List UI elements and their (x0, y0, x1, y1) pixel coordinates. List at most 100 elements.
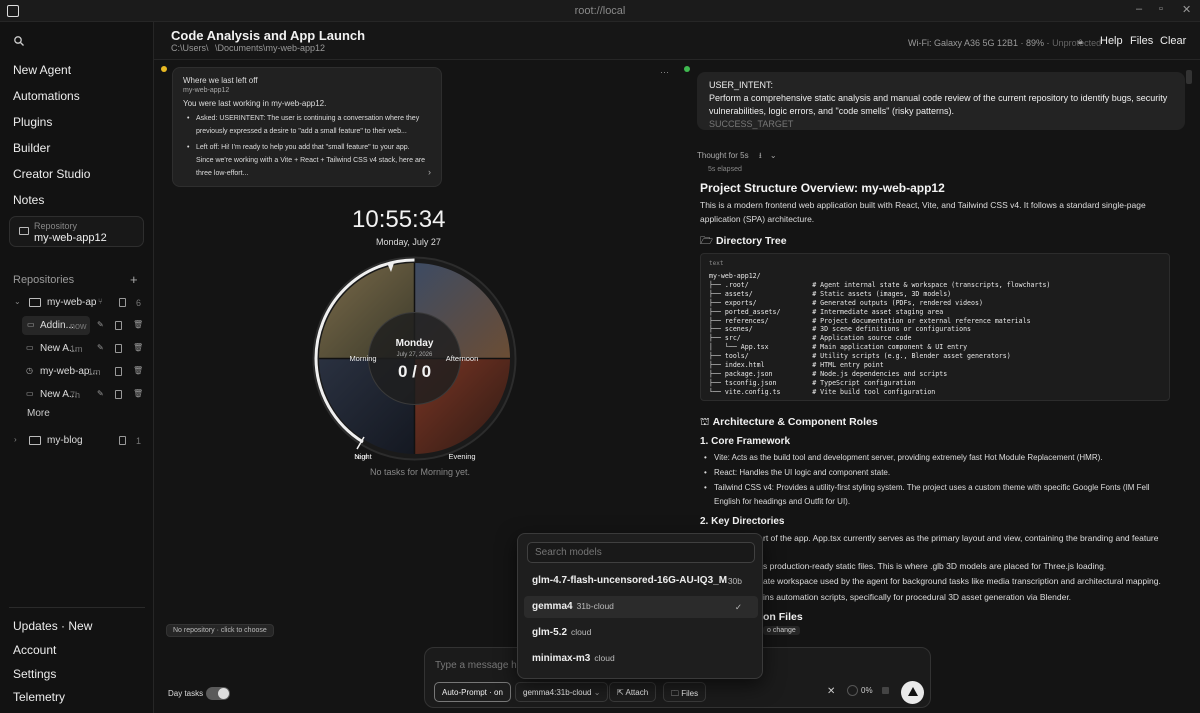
delete-icon[interactable]: 🗑 (133, 366, 143, 375)
copy-icon[interactable] (115, 344, 122, 353)
nav-automations[interactable]: Automations (13, 89, 80, 103)
wifi-security: Unprotected (1052, 38, 1102, 48)
delete-icon[interactable]: 🗑 (133, 343, 143, 352)
repositories-title: Repositories (13, 274, 75, 286)
directory-note: ins automation scripts, specifically for… (763, 592, 1072, 602)
session-row[interactable]: ▭ New A... 7h ✎ 🗑 (0, 385, 154, 405)
model-option-size: 30b (727, 576, 742, 586)
folder-icon (19, 227, 29, 235)
status-dot (684, 66, 690, 72)
chevron-right-icon[interactable]: › (14, 435, 17, 444)
model-option-variant: cloud (594, 653, 615, 663)
send-button[interactable] (901, 681, 924, 704)
copy-icon[interactable] (115, 367, 122, 376)
session-row[interactable]: ▭ New A... 1m ✎ 🗑 (0, 339, 154, 359)
maximize-icon[interactable]: ▫ (1159, 3, 1163, 15)
recap-card[interactable]: Where we last left off my-web-app12 You … (172, 67, 442, 187)
edit-icon[interactable]: ✎ (97, 389, 104, 398)
auto-prompt-toggle[interactable]: Auto-Prompt · on (434, 682, 511, 702)
model-option[interactable]: glm-4.7-flash-uncensored-16G-AU-IQ3_M 30b (524, 570, 758, 592)
directory-note: ate workspace used by the agent for back… (763, 576, 1161, 586)
files-button[interactable]: 🗀︎ Files (663, 682, 707, 702)
nav-new-agent[interactable]: New Agent (13, 63, 71, 77)
choose-repository-button[interactable]: No repository · click to choose (166, 624, 274, 637)
minimize-icon[interactable]: – (1136, 3, 1142, 15)
nav-account[interactable]: Account (13, 643, 56, 657)
model-option-selected[interactable]: gemma4 31b-cloud ✓ (524, 596, 758, 618)
path-segment[interactable]: C:\Users\ (171, 43, 209, 53)
more-options-icon[interactable]: ⋯ (660, 67, 669, 78)
user-intent-message: USER_INTENT: Perform a comprehensive sta… (697, 72, 1185, 130)
model-option-name: glm-5.2 (532, 627, 568, 638)
day-wheel[interactable]: Morning Afternoon Evening Night Monday J… (311, 255, 518, 462)
intent-text: Perform a comprehensive static analysis … (709, 93, 1168, 116)
close-icon[interactable]: ✕ (1182, 3, 1191, 16)
repository-card[interactable]: Repository my-web-app12 (9, 216, 144, 247)
chevron-down-icon[interactable]: ⌄ (14, 297, 21, 306)
intent-label: USER_INTENT: (709, 80, 774, 90)
change-button[interactable]: o change (763, 626, 800, 635)
copy-icon[interactable] (119, 436, 126, 445)
session-row[interactable]: ◷ my-web-ap... 1m 🗑 (0, 362, 154, 382)
clear-button[interactable]: Clear (1160, 35, 1186, 47)
chevron-right-icon[interactable]: › (428, 167, 431, 177)
wifi-status: Wi-Fi: Galaxy A36 5G 12B1 · 89% · Unprot… (908, 38, 1101, 48)
path-segment[interactable]: \Documents\my-web-app12 (215, 43, 325, 53)
nav-plugins[interactable]: Plugins (13, 115, 52, 129)
clear-input-icon[interactable]: ✕ (827, 686, 835, 697)
lock-icon[interactable]: 🔒︎ (1078, 36, 1083, 47)
delete-icon[interactable]: 🗑 (133, 320, 143, 329)
intent-more: SUCCESS_TARGET (709, 119, 794, 129)
copy-icon[interactable] (115, 321, 122, 330)
model-option[interactable]: glm-5.2 cloud (524, 622, 758, 644)
model-selector[interactable]: gemma4:31b-cloud ⌄ (515, 682, 609, 702)
day-tasks-toggle[interactable] (206, 687, 230, 700)
session-row-active[interactable]: ▭ Addin... now (22, 316, 90, 335)
stop-icon[interactable] (882, 687, 889, 694)
quadrant-label: Afternoon (446, 354, 479, 363)
nav-creator-studio[interactable]: Creator Studio (13, 167, 90, 181)
copy-icon[interactable] (119, 298, 126, 307)
clock-date: Monday, July 27 (376, 237, 441, 247)
model-option-name: gemma4 (532, 601, 573, 612)
model-option[interactable]: minimax-m3 cloud (524, 648, 758, 670)
chevron-down-icon[interactable]: ⌄ (770, 151, 777, 160)
help-button[interactable]: Help (1100, 35, 1123, 47)
search-icon[interactable] (13, 35, 25, 47)
clock-time: 10:55:34 (352, 206, 446, 233)
clock-icon: ◷ (26, 366, 33, 375)
files-button[interactable]: Files (1130, 35, 1153, 47)
model-option-name: glm-4.7-flash-uncensored-16G-AU-IQ3_M (532, 575, 728, 586)
edit-icon[interactable]: ✎ (97, 343, 104, 352)
session-time: 1m (70, 344, 83, 354)
quadrant-label: Evening (448, 452, 475, 461)
edit-icon[interactable]: ✎ (97, 320, 104, 329)
attach-button[interactable]: ⇱ Attach (609, 682, 657, 702)
thought-toggle[interactable]: Thought for 5s ⭳ ⌄ (697, 150, 777, 164)
more-link[interactable]: More (27, 408, 50, 419)
chevron-down-icon: ⌄ (593, 688, 601, 697)
nav-notes[interactable]: Notes (13, 193, 44, 207)
branch-icon[interactable]: ⑂ (98, 297, 103, 306)
status-dot (161, 66, 167, 72)
nav-settings[interactable]: Settings (13, 667, 56, 681)
model-option-variant: cloud (571, 627, 592, 637)
code-block: text my-web-app12/ ├── .root/ # Agent in… (700, 253, 1170, 401)
repo-row-my-web-app[interactable]: ⌄ my-web-ap ⑂ 6 (0, 293, 154, 313)
chat-icon: ▭ (26, 389, 34, 398)
model-option-name: minimax-m3 (532, 653, 591, 664)
search-models-input[interactable] (527, 542, 755, 563)
copy-icon[interactable] (115, 390, 122, 399)
key-directories-heading: 2. Key Directories (700, 516, 785, 527)
delete-icon[interactable]: 🗑 (133, 389, 143, 398)
check-icon: ✓ (734, 602, 742, 612)
scrollbar[interactable] (1186, 70, 1192, 84)
download-icon[interactable]: ⭳ (759, 151, 762, 160)
nav-builder[interactable]: Builder (13, 141, 50, 155)
nav-updates[interactable]: Updates · New (13, 619, 92, 633)
add-repository-icon[interactable]: + (130, 272, 138, 287)
repo-row-my-blog[interactable]: › my-blog 1 (0, 431, 154, 451)
chat-icon: ▭ (26, 343, 34, 352)
recap-item: Left off: Hi! I'm ready to help you add … (183, 141, 428, 180)
nav-telemetry[interactable]: Telemetry (13, 690, 65, 704)
